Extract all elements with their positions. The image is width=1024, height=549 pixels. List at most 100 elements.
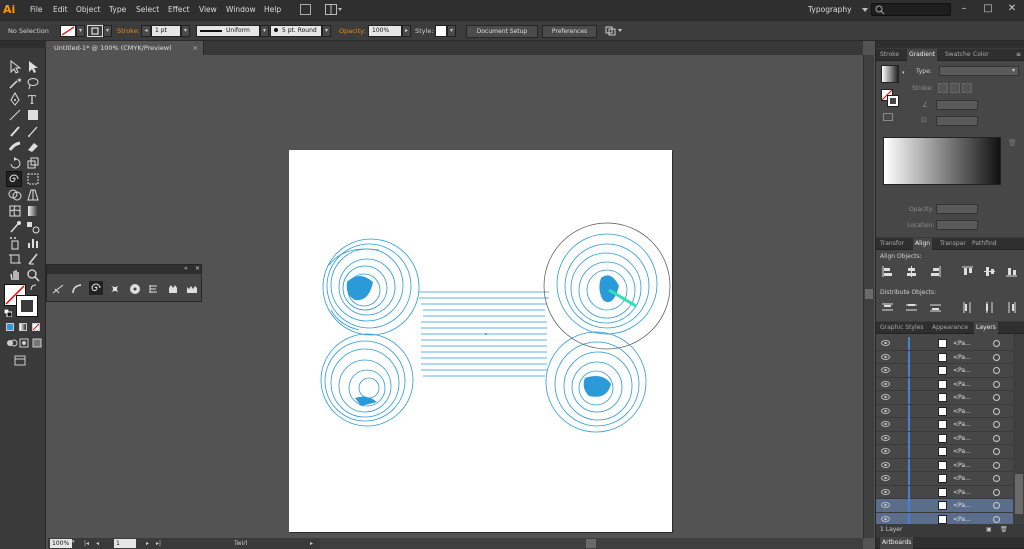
stroke-along-icon[interactable] [950,83,960,93]
next-artboard-icon[interactable]: ▸ [146,538,149,549]
scale-tool-icon[interactable] [26,156,40,170]
arrange-documents-icon[interactable] [325,4,343,15]
arrange-icon[interactable] [605,26,623,36]
menu-type[interactable]: Type [109,0,126,20]
visibility-eye-icon[interactable] [881,407,890,414]
lasso-tool-icon[interactable] [26,76,40,90]
rectangle-tool-icon[interactable] [26,108,40,122]
visibility-eye-icon[interactable] [881,475,890,481]
eyedropper-tool-icon[interactable] [8,220,22,234]
style-dropdown[interactable]: ▾ [447,25,456,37]
visibility-eye-icon[interactable] [881,488,890,495]
paintbrush-tool-icon[interactable] [8,124,22,138]
visibility-eye-icon[interactable] [881,448,890,454]
gradient-aspect-field[interactable] [936,116,978,126]
menu-view[interactable]: View [199,0,217,20]
layer-name[interactable]: <Pa... [953,391,971,404]
document-setup-button[interactable]: Document Setup [466,25,538,38]
target-icon[interactable] [993,353,1000,361]
panel-menu-icon[interactable]: ≡ [1016,51,1021,58]
default-colors-icon[interactable] [3,308,13,318]
tab-artboards[interactable]: Artboards [880,537,914,549]
stroke-dropdown[interactable]: ▾ [103,25,112,37]
visibility-eye-icon[interactable] [881,340,890,346]
tab-align[interactable]: Align [913,238,933,250]
hand-tool-icon[interactable] [8,268,22,282]
draw-inside-icon[interactable] [19,338,29,348]
align-horizontal-center-icon[interactable] [906,266,917,277]
twirled-artwork[interactable] [289,150,672,532]
layer-name[interactable]: <Pa... [953,351,971,364]
gradient-angle-field[interactable] [936,100,978,110]
menu-effect[interactable]: Effect [168,0,190,20]
visibility-eye-icon[interactable] [881,502,890,508]
layer-row[interactable]: <Pa... [876,512,1013,524]
maximize-button[interactable]: □ [976,0,1000,18]
opacity-field[interactable]: 100% [368,25,402,37]
twirl-tool-icon[interactable] [6,171,22,187]
distribute-right-icon[interactable] [1006,302,1017,313]
layer-name[interactable]: <Pa... [953,337,971,350]
swap-colors-icon[interactable] [30,284,38,292]
dock-header[interactable] [876,41,1024,48]
distribute-left-icon[interactable] [962,302,973,313]
scallop-tool-icon[interactable] [147,283,159,295]
fill-stroke-mini-icon[interactable] [881,89,899,107]
last-artboard-icon[interactable]: ▸| [156,538,161,549]
layer-row[interactable]: <Pa... [876,472,1013,486]
tab-pathfinder[interactable]: Pathfind [972,238,997,250]
visibility-eye-icon[interactable] [881,353,890,360]
layer-name[interactable]: <Pa... [953,432,971,445]
zoom-tool-icon[interactable] [26,268,40,282]
align-vertical-center-icon[interactable] [984,266,995,277]
layer-row[interactable]: <Pa... [876,350,1013,364]
slice-tool-icon[interactable] [26,252,40,266]
gradient-mode-icon[interactable] [19,323,27,331]
layer-row[interactable]: <Pa... [876,485,1013,499]
layer-row[interactable]: <Pa... [876,391,1013,405]
gradient-type-dropdown[interactable]: ▾ [939,66,1019,76]
zoom-dropdown[interactable]: ▾ [72,539,78,548]
target-icon[interactable] [993,475,1000,482]
close-tab-icon[interactable]: × [193,41,198,55]
menu-help[interactable]: Help [264,0,281,20]
crystallize-tool-icon[interactable] [167,283,179,295]
stroke-swatch[interactable] [87,25,103,37]
zoom-field[interactable]: 100% [50,539,72,548]
target-icon[interactable] [993,421,1000,428]
target-icon[interactable] [993,515,1000,523]
layer-name[interactable]: <Pa... [953,472,971,485]
layer-name[interactable]: <Pa... [953,459,971,472]
layer-row[interactable]: <Pa... [876,458,1013,472]
artboard-tool-icon[interactable] [8,252,22,266]
layer-name[interactable]: <Pa... [953,364,971,377]
gradient-tool-icon[interactable] [26,204,40,218]
distribute-top-icon[interactable] [882,302,893,313]
eraser-tool-icon[interactable] [26,140,40,154]
gradient-location-field[interactable] [936,220,978,230]
tab-swatches[interactable]: Swatche [945,49,971,61]
vertical-scrollbar[interactable] [863,55,874,538]
warp-tool-icon[interactable] [71,283,83,295]
layer-row[interactable]: <Pa... [876,445,1013,459]
target-icon[interactable] [993,367,1000,374]
status-menu-icon[interactable]: ▸ [310,538,313,549]
tab-gradient[interactable]: Gradient [907,49,938,61]
stroke-color-swatch[interactable] [16,295,38,317]
graphic-style-swatch[interactable] [435,25,447,37]
layer-name[interactable]: <Pa... [953,418,971,431]
artboard-number-field[interactable]: 1 [114,539,136,548]
blend-tool-icon[interactable] [26,220,40,234]
stroke-across-icon[interactable] [962,83,972,93]
tab-appearance[interactable]: Appearance [932,322,968,334]
visibility-eye-icon[interactable] [881,515,890,522]
distribute-bottom-icon[interactable] [930,302,941,313]
mesh-tool-icon[interactable] [8,204,22,218]
draw-mode-icon[interactable] [6,338,18,348]
tab-color[interactable]: Color [973,49,989,61]
bloat-tool-icon[interactable] [129,283,141,295]
wrinkle-tool-icon[interactable] [186,283,198,295]
visibility-eye-icon[interactable] [881,461,890,468]
tab-graphic-styles[interactable]: Graphic Styles [880,322,923,334]
direct-selection-tool-icon[interactable] [26,60,40,74]
